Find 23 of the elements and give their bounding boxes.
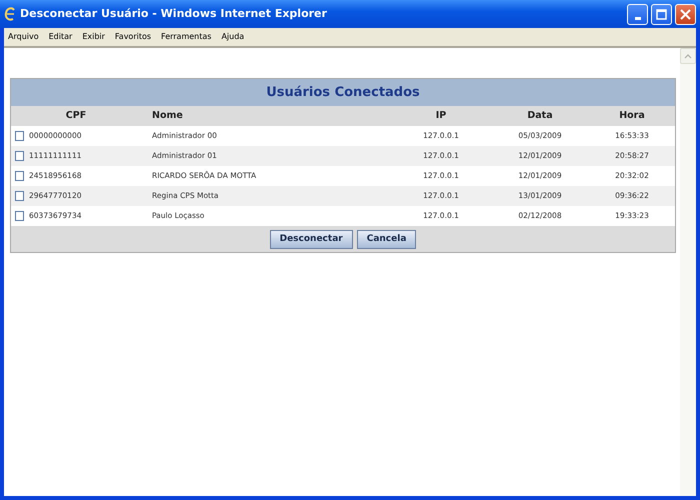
row-checkbox[interactable] [15,131,24,142]
row-checkbox[interactable] [15,151,24,162]
panel-title: Usuários Conectados [11,79,675,106]
menu-item[interactable]: Arquivo [8,31,39,43]
minimize-icon [634,16,640,20]
menu-item[interactable]: Editar [48,31,72,43]
close-icon [680,8,691,20]
close-button[interactable] [675,4,696,24]
maximize-button[interactable] [651,4,672,24]
menu-item[interactable]: Ajuda [221,31,244,43]
cancel-button[interactable]: Cancela [356,230,416,248]
menu-item[interactable]: Favoritos [114,31,152,43]
menu-item[interactable]: Ferramentas [161,31,212,43]
row-checkbox[interactable] [15,171,24,182]
menu-item[interactable]: Exibir [82,31,105,43]
disconnect-button[interactable]: Desconectar [270,230,353,248]
row-checkbox[interactable] [15,211,24,222]
minimize-button[interactable] [627,4,648,24]
maximize-icon [656,8,667,20]
browser-icon [4,7,17,21]
row-checkbox[interactable] [15,191,24,202]
window-title: Desconectar Usuário - Windows Internet Explorer [20,6,328,22]
caret-up-icon [684,54,692,58]
